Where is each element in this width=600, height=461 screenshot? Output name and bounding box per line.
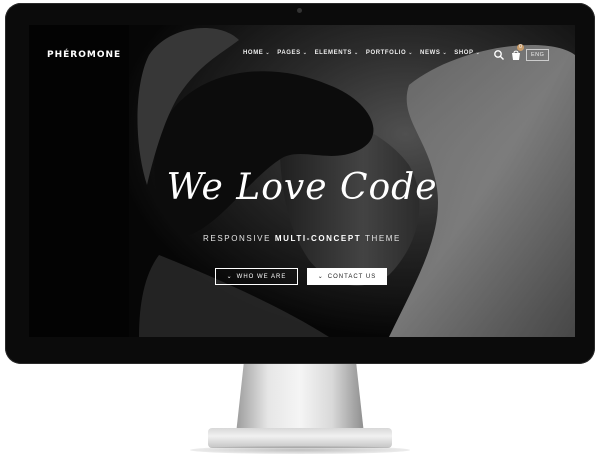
monitor-stand-neck [236,364,364,434]
tagline-prefix: RESPONSIVE [203,234,275,243]
chevron-down-icon: ⌄ [442,50,448,56]
tagline-suffix: THEME [361,234,401,243]
chevron-down-icon: ⌄ [354,50,359,56]
stand-shadow [190,446,410,454]
menu-item-label: SHOP [454,50,474,56]
menu-item-home[interactable]: HOME ⌄ [243,50,270,56]
menu-item-label: PORTFOLIO [365,50,407,56]
tagline-emphasis: MULTI-CONCEPT [274,234,362,243]
menu-item-pages[interactable]: PAGES ⌄ [277,50,307,56]
monitor-stand-base [208,428,392,448]
top-navigation: PHÉROMONE HOME ⌄ PAGES ⌄ ELEMENTS ⌄ PORT… [29,25,575,87]
chevron-down-icon: ⌄ [408,50,414,56]
chevron-down-icon: ⌄ [317,274,324,280]
main-menu: HOME ⌄ PAGES ⌄ ELEMENTS ⌄ PORTFOLIO ⌄ NE… [243,50,480,56]
search-icon[interactable] [493,48,505,60]
cart-count-badge: 0 [517,44,524,51]
button-label: CONTACT US [327,273,377,280]
menu-item-elements[interactable]: ELEMENTS ⌄ [315,50,359,56]
monitor-frame: PHÉROMONE HOME ⌄ PAGES ⌄ ELEMENTS ⌄ PORT… [5,3,595,364]
screen: PHÉROMONE HOME ⌄ PAGES ⌄ ELEMENTS ⌄ PORT… [29,25,575,337]
hero-tagline: RESPONSIVE MULTI-CONCEPT THEME [29,234,575,243]
language-switcher[interactable]: ENG [526,49,550,61]
contact-us-button[interactable]: ⌄ CONTACT US [307,268,387,285]
chevron-down-icon: ⌄ [265,50,271,56]
cart-icon[interactable]: 0 [510,44,524,60]
menu-item-portfolio[interactable]: PORTFOLIO ⌄ [366,50,413,56]
brand-logo[interactable]: PHÉROMONE [47,50,121,60]
menu-item-label: ELEMENTS [314,50,353,56]
hero-title: We Love Code [166,167,438,208]
menu-item-shop[interactable]: SHOP ⌄ [454,50,480,56]
webcam [297,8,302,13]
menu-item-news[interactable]: NEWS ⌄ [420,50,447,56]
menu-item-label: HOME [243,50,264,56]
button-label: WHO WE ARE [236,273,287,280]
chevron-down-icon: ⌄ [226,274,233,280]
menu-item-label: NEWS [420,50,441,56]
chevron-down-icon: ⌄ [475,50,481,56]
who-we-are-button[interactable]: ⌄ WHO WE ARE [215,268,298,285]
chevron-down-icon: ⌄ [302,50,308,56]
menu-item-label: PAGES [277,50,301,56]
